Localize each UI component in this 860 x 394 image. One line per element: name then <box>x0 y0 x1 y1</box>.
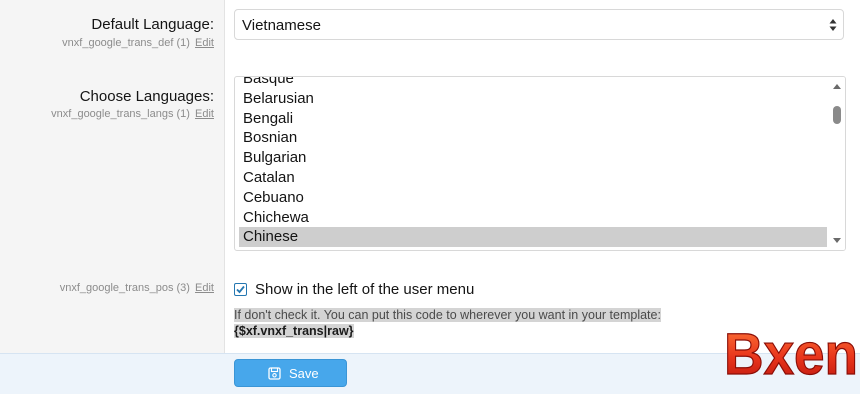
svg-text:Bxen: Bxen <box>724 322 858 382</box>
language-option[interactable]: Bosnian <box>239 128 827 148</box>
language-option[interactable]: Cebuano <box>239 188 827 208</box>
language-option[interactable]: Bengali <box>239 109 827 129</box>
floppy-disk-icon <box>268 367 281 380</box>
default-language-edit-link[interactable]: Edit <box>195 37 214 49</box>
choose-languages-listbox[interactable]: Basque Belarusian Bengali Bosnian Bulgarian C… <box>234 76 846 251</box>
default-language-label: Default Language: <box>91 16 214 33</box>
trans-pos-explain: If don't check it. You can put this code… <box>234 307 661 339</box>
scroll-thumb[interactable] <box>833 106 841 124</box>
language-option[interactable]: Catalan <box>239 168 827 188</box>
checkmark-icon <box>236 285 245 294</box>
listbox-scrollbar[interactable] <box>829 77 845 250</box>
scroll-up-arrow-icon[interactable] <box>833 84 841 89</box>
choose-languages-hint-text: vnxf_google_trans_langs (1) <box>51 108 190 120</box>
template-code: {$xf.vnxf_trans|raw} <box>234 324 354 338</box>
select-arrows-icon <box>829 19 837 31</box>
default-language-hint-text: vnxf_google_trans_def (1) <box>62 37 190 49</box>
explain-text: If don't check it. You can put this code… <box>234 308 661 322</box>
language-options: Basque Belarusian Bengali Bosnian Bulgarian C… <box>239 77 827 248</box>
show-left-checkbox-label[interactable]: Show in the left of the user menu <box>255 281 474 298</box>
default-language-select[interactable]: Vietnamese <box>234 9 844 40</box>
save-button-label: Save <box>289 366 319 381</box>
trans-pos-edit-link[interactable]: Edit <box>195 282 214 294</box>
choose-languages-label: Choose Languages: <box>79 88 214 105</box>
save-button[interactable]: Save <box>234 359 347 387</box>
bxen-watermark-logo: Bxen <box>723 321 858 382</box>
language-option[interactable]: Basque <box>239 77 827 89</box>
scroll-down-arrow-icon[interactable] <box>833 238 841 243</box>
trans-pos-hint-text: vnxf_google_trans_pos (3) <box>59 282 190 294</box>
show-left-checkbox[interactable] <box>234 283 247 296</box>
language-option[interactable]: Chinese <box>239 227 827 248</box>
language-option[interactable]: Belarusian <box>239 89 827 109</box>
trans-pos-hint: vnxf_google_trans_pos (3) Edit <box>60 282 214 294</box>
language-option[interactable]: Bulgarian <box>239 148 827 168</box>
choose-languages-edit-link[interactable]: Edit <box>195 108 214 120</box>
default-language-value: Vietnamese <box>242 17 321 34</box>
label-column <box>0 0 225 353</box>
default-language-hint: vnxf_google_trans_def (1) Edit <box>62 37 214 49</box>
choose-languages-hint: vnxf_google_trans_langs (1) Edit <box>51 108 214 120</box>
language-option[interactable]: Chichewa <box>239 208 827 228</box>
